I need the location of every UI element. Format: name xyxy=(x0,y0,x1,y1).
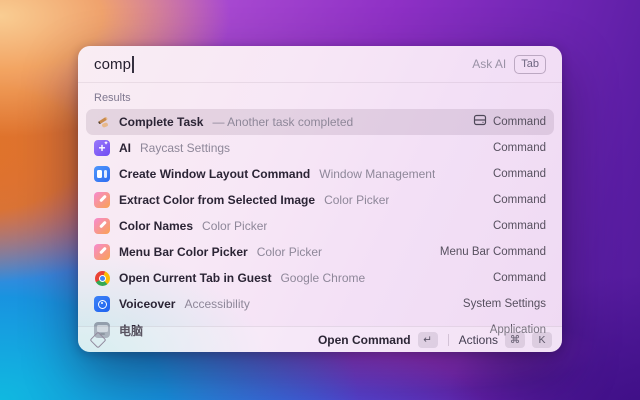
raycast-ai-icon: +✦ xyxy=(94,140,110,156)
color-picker-icon xyxy=(94,192,110,208)
footer-bar: Open Command ↵ Actions ⌘ K xyxy=(78,326,562,352)
result-accessory: Command xyxy=(473,113,546,131)
result-title: Menu Bar Color Picker xyxy=(119,245,248,259)
tab-keycap[interactable]: Tab xyxy=(514,55,546,74)
color-picker-icon xyxy=(94,244,110,260)
result-subtitle: Color Picker xyxy=(257,245,322,259)
results-list: Complete Task — Another task completed C… xyxy=(78,109,562,343)
result-title: Extract Color from Selected Image xyxy=(119,193,315,207)
open-command-button[interactable]: Open Command xyxy=(318,333,411,347)
result-row[interactable]: Open Current Tab in Guest Google Chrome … xyxy=(86,265,554,291)
result-row[interactable]: Extract Color from Selected Image Color … xyxy=(86,187,554,213)
result-row[interactable]: Create Window Layout Command Window Mana… xyxy=(86,161,554,187)
accessibility-icon xyxy=(94,296,110,312)
hard-drive-icon xyxy=(473,113,487,131)
search-bar: comp Ask AI Tab xyxy=(78,46,562,83)
result-row[interactable]: Color Names Color Picker Command xyxy=(86,213,554,239)
actions-button[interactable]: Actions xyxy=(459,333,498,347)
raycast-logo-icon xyxy=(90,331,107,348)
writing-hand-icon xyxy=(94,114,110,130)
result-subtitle: Color Picker xyxy=(324,193,389,207)
chrome-icon xyxy=(94,270,110,286)
search-input[interactable]: comp xyxy=(94,56,131,73)
result-title: AI xyxy=(119,141,131,155)
result-subtitle: Accessibility xyxy=(184,297,249,311)
result-subtitle: — Another task completed xyxy=(212,115,353,129)
result-title: Create Window Layout Command xyxy=(119,167,310,181)
result-row[interactable]: +✦ AI Raycast Settings Command xyxy=(86,135,554,161)
result-title: Voiceover xyxy=(119,297,175,311)
result-type-label: Command xyxy=(493,220,546,232)
result-accessory: Command xyxy=(493,194,546,206)
result-type-label: Command xyxy=(493,116,546,128)
raycast-window: comp Ask AI Tab Results Complete Task — … xyxy=(78,46,562,352)
return-key-icon: ↵ xyxy=(418,332,438,348)
result-subtitle: Window Management xyxy=(319,167,435,181)
result-type-label: Menu Bar Command xyxy=(440,246,546,258)
result-subtitle: Raycast Settings xyxy=(140,141,230,155)
results-section-header: Results xyxy=(78,83,562,109)
ask-ai-label: Ask AI xyxy=(472,57,506,71)
result-type-label: Command xyxy=(493,142,546,154)
result-row[interactable]: Complete Task — Another task completed C… xyxy=(86,109,554,135)
result-type-label: Command xyxy=(493,272,546,284)
result-type-label: Command xyxy=(493,168,546,180)
result-title: Color Names xyxy=(119,219,193,233)
result-row[interactable]: Voiceover Accessibility System Settings xyxy=(86,291,554,317)
color-picker-icon xyxy=(94,218,110,234)
result-row[interactable]: Menu Bar Color Picker Color Picker Menu … xyxy=(86,239,554,265)
result-accessory: Command xyxy=(493,168,546,180)
result-title: Complete Task xyxy=(119,115,203,129)
text-caret xyxy=(132,56,134,73)
result-subtitle: Google Chrome xyxy=(280,271,365,285)
result-subtitle: Color Picker xyxy=(202,219,267,233)
result-accessory: Command xyxy=(493,220,546,232)
window-layout-icon xyxy=(94,166,110,182)
result-accessory: Command xyxy=(493,272,546,284)
result-accessory: Command xyxy=(493,142,546,154)
desktop-wallpaper: comp Ask AI Tab Results Complete Task — … xyxy=(0,0,640,400)
footer-divider xyxy=(448,334,449,346)
k-key-icon: K xyxy=(532,332,552,348)
result-title: Open Current Tab in Guest xyxy=(119,271,271,285)
result-accessory: System Settings xyxy=(463,298,546,310)
result-type-label: System Settings xyxy=(463,298,546,310)
result-type-label: Command xyxy=(493,194,546,206)
command-key-icon: ⌘ xyxy=(505,332,525,348)
result-accessory: Menu Bar Command xyxy=(440,246,546,258)
